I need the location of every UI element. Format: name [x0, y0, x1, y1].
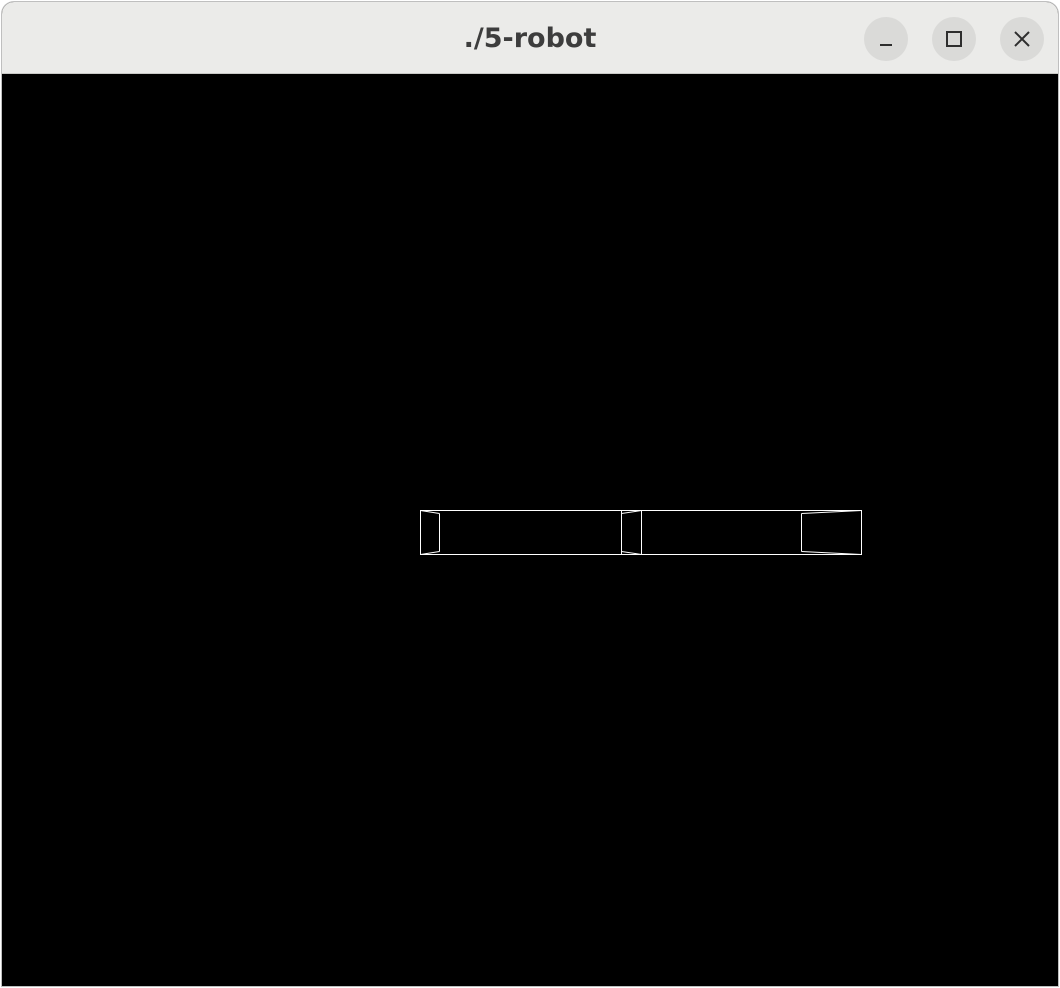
app-window: ./5-robot — [2, 2, 1058, 986]
minimize-button[interactable] — [864, 17, 908, 61]
robot-arm-wireframe — [420, 510, 862, 555]
robot-arm-upper-segment — [420, 510, 642, 555]
maximize-icon — [946, 31, 962, 47]
maximize-button[interactable] — [932, 17, 976, 61]
title-bar[interactable]: ./5-robot — [2, 2, 1058, 74]
close-button[interactable] — [1000, 17, 1044, 61]
robot-arm-lower-segment — [621, 510, 862, 555]
render-canvas[interactable] — [2, 75, 1058, 986]
close-icon — [1014, 31, 1030, 47]
minimize-icon — [880, 44, 892, 46]
